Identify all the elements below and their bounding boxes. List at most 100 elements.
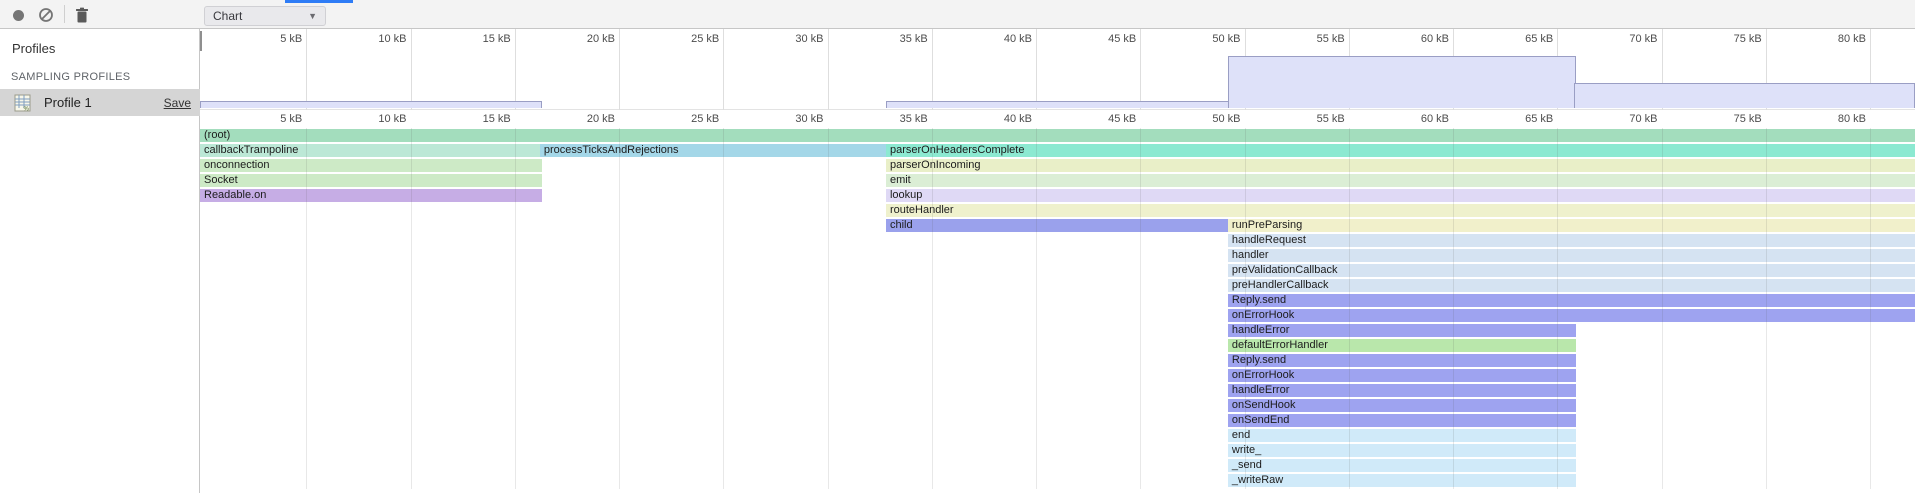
overview-gridline [828,29,829,110]
flame-bar-_send[interactable]: _send [1228,459,1576,472]
overview-area-step [1228,56,1576,108]
flame-tick-label: 45 kB [1108,113,1136,125]
flame-gridline [1453,128,1454,489]
flame-gridline [1349,128,1350,489]
memory-profiler-panel: Chart ▼ Profiles SAMPLING PROFILES % Pro… [0,0,1915,493]
clear-block-icon[interactable] [36,5,56,25]
overview-tick-label: 5 kB [280,33,302,45]
overview-area-step [1574,83,1915,108]
profile-name: Profile 1 [44,95,92,110]
flame-tick-label: 30 kB [795,113,823,125]
record-icon[interactable] [8,5,28,25]
sidebar: Profiles SAMPLING PROFILES % Profile 1 S… [0,29,200,493]
flame-bar-handler[interactable]: handler [1228,249,1915,262]
flame-tick-label: 25 kB [691,113,719,125]
overview-gridline [1036,29,1037,110]
flame-gridline [619,128,620,489]
flame-tick-label: 80 kB [1838,113,1866,125]
flame-gridline [828,128,829,489]
flame-gridline [723,128,724,489]
flame-tick-label: 40 kB [1004,113,1032,125]
flame-bar-runPreParsing[interactable]: runPreParsing [1228,219,1915,232]
block-icon [38,7,54,23]
flame-gridline [1140,128,1141,489]
overview-tick-label: 15 kB [483,33,511,45]
flame-bar-parserOnHeadersComplete[interactable]: parserOnHeadersComplete [886,144,1915,157]
flame-bar-parserOnIncoming[interactable]: parserOnIncoming [886,159,1915,172]
flame-bar-routeHandler[interactable]: routeHandler [886,204,1915,217]
flame-bar-handleError[interactable]: handleError [1228,384,1576,397]
save-profile-link[interactable]: Save [164,96,191,110]
chevron-down-icon: ▼ [308,11,317,21]
overview-area-step [886,101,1230,108]
trash-icon [75,7,89,23]
overview-gridline [1140,29,1141,110]
flame-gridline [1245,128,1246,489]
flame-bar-Readable.on[interactable]: Readable.on [200,189,542,202]
sampling-profiles-header: SAMPLING PROFILES [11,71,130,83]
flame-bar-child[interactable]: child [886,219,1230,232]
overview-tick-label: 80 kB [1838,33,1866,45]
flame-tick-label: 20 kB [587,113,615,125]
toolbar-separator [64,5,65,23]
flame-gridline [1870,128,1871,489]
flame-bar-callbackTrampoline[interactable]: callbackTrampoline [200,144,542,157]
flame-tick-label: 10 kB [378,113,406,125]
profile-list-item[interactable]: % Profile 1 Save [0,89,200,116]
overview-gridline [619,29,620,110]
delete-profile-button[interactable] [72,5,92,25]
flame-bar-onErrorHook[interactable]: onErrorHook [1228,369,1576,382]
flame-chart[interactable]: (root) callbackTrampolineprocessTicksAndR… [200,128,1915,493]
overview-gridline [306,29,307,110]
sidebar-title: Profiles [12,41,55,56]
allocation-overview[interactable]: 5 kB10 kB15 kB20 kB25 kB30 kB35 kB40 kB4… [200,29,1915,110]
toolbar: Chart ▼ [0,0,1915,29]
flame-gridline [932,128,933,489]
overview-gridline [411,29,412,110]
flame-bar-(root)[interactable]: (root) [200,129,1915,142]
flame-bar-end[interactable]: end [1228,429,1576,442]
flame-gridline [515,128,516,489]
flame-bar-processTicksAndRejections[interactable]: processTicksAndRejections [540,144,888,157]
flame-bar-lookup[interactable]: lookup [886,189,1915,202]
flame-bar-defaultErrorHandler[interactable]: defaultErrorHandler [1228,339,1576,352]
flame-bar-preValidationCallback[interactable]: preValidationCallback [1228,264,1915,277]
view-mode-select[interactable]: Chart ▼ [204,6,326,26]
flame-bar-handleRequest[interactable]: handleRequest [1228,234,1915,247]
flame-tick-label: 60 kB [1421,113,1449,125]
flame-ruler: 5 kB10 kB15 kB20 kB25 kB30 kB35 kB40 kB4… [200,111,1915,128]
flame-tick-label: 50 kB [1212,113,1240,125]
flame-bar-write_[interactable]: write_ [1228,444,1576,457]
flame-gridline [1766,128,1767,489]
overview-tick-label: 35 kB [900,33,928,45]
overview-tick-label: 55 kB [1317,33,1345,45]
active-tab-indicator [285,0,353,3]
overview-tick-label: 65 kB [1525,33,1553,45]
flame-tick-label: 65 kB [1525,113,1553,125]
flame-bar-emit[interactable]: emit [886,174,1915,187]
overview-tick-label: 40 kB [1004,33,1032,45]
flame-bar-onErrorHook[interactable]: onErrorHook [1228,309,1915,322]
overview-gridline [723,29,724,110]
overview-tick-label: 75 kB [1734,33,1762,45]
flame-bar-onSendEnd[interactable]: onSendEnd [1228,414,1576,427]
flame-tick-label: 35 kB [900,113,928,125]
overview-tick-label: 45 kB [1108,33,1136,45]
overview-gridline [515,29,516,110]
flame-gridline [1557,128,1558,489]
flame-bar-onSendHook[interactable]: onSendHook [1228,399,1576,412]
flame-bar-Reply.send[interactable]: Reply.send [1228,294,1915,307]
overview-tick-label: 70 kB [1629,33,1657,45]
svg-text:%: % [24,106,30,112]
overview-scrollbar-nub[interactable] [200,31,202,51]
record-dot-icon [13,10,24,21]
flame-bar-Socket[interactable]: Socket [200,174,542,187]
flame-bar-Reply.send[interactable]: Reply.send [1228,354,1576,367]
flame-bar-onconnection[interactable]: onconnection [200,159,542,172]
flame-bar-handleError[interactable]: handleError [1228,324,1576,337]
flame-tick-label: 55 kB [1317,113,1345,125]
overview-area-step [200,101,542,108]
flame-bar-_writeRaw[interactable]: _writeRaw [1228,474,1576,487]
flame-gridline [411,128,412,489]
flame-bar-preHandlerCallback[interactable]: preHandlerCallback [1228,279,1915,292]
